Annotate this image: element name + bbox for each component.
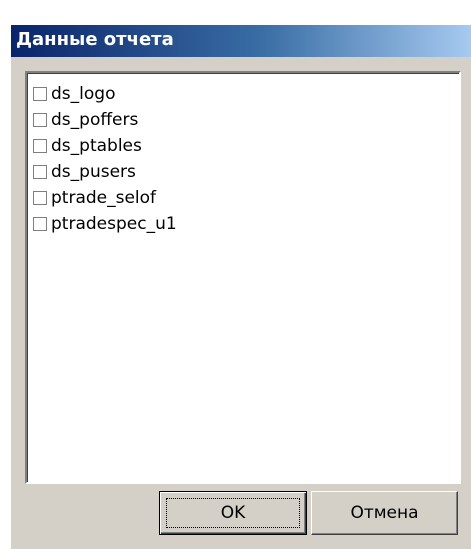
list-item-label: ptradespec_u1 (51, 214, 177, 234)
checkbox[interactable] (33, 87, 47, 101)
report-data-dialog: Данные отчета ds_logo ds_poffers ds_ptab… (10, 24, 471, 549)
titlebar[interactable]: Данные отчета (11, 25, 471, 57)
list-item-label: ds_logo (51, 84, 116, 104)
checkbox[interactable] (33, 217, 47, 231)
checkbox[interactable] (33, 191, 47, 205)
cancel-button-label: Отмена (350, 503, 419, 523)
list-item-ds-ptables[interactable]: ds_ptables (33, 133, 142, 159)
dialog-title: Данные отчета (16, 29, 174, 50)
list-item-label: ds_pusers (51, 162, 136, 182)
list-item-ds-poffers[interactable]: ds_poffers (33, 107, 138, 133)
list-item-ds-logo[interactable]: ds_logo (33, 81, 115, 107)
ok-button-label: OK (220, 503, 246, 523)
list-item-ds-pusers[interactable]: ds_pusers (33, 159, 136, 185)
checkbox[interactable] (33, 139, 47, 153)
list-item-label: ds_poffers (51, 110, 139, 130)
checkbox[interactable] (33, 165, 47, 179)
ok-button[interactable]: OK (159, 491, 307, 535)
list-item-ptrade-selof[interactable]: ptrade_selof (33, 185, 156, 211)
dataset-checklist[interactable]: ds_logo ds_poffers ds_ptables ds_pusers … (25, 71, 461, 484)
list-item-label: ptrade_selof (51, 188, 157, 208)
checkbox[interactable] (33, 113, 47, 127)
cancel-button[interactable]: Отмена (311, 491, 458, 535)
list-item-ptradespec-u1[interactable]: ptradespec_u1 (33, 211, 177, 237)
list-item-label: ds_ptables (51, 136, 142, 156)
